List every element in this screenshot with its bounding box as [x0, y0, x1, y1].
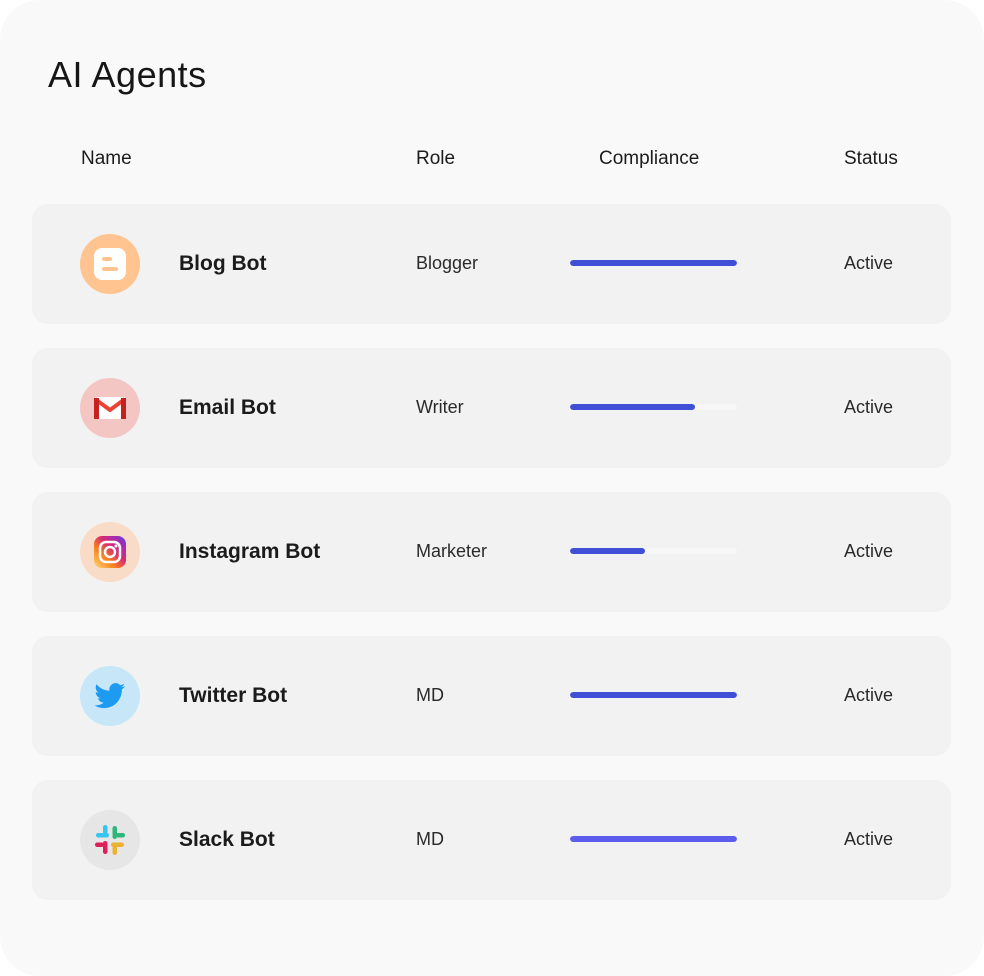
ai-agents-panel: AI Agents Name Role Compliance Status Bl… — [0, 0, 984, 976]
compliance-bar — [570, 260, 737, 266]
compliance-bar-fill — [570, 692, 737, 698]
gmail-icon — [80, 378, 140, 438]
slack-icon — [80, 810, 140, 870]
compliance-bar — [570, 548, 737, 554]
agent-row-instagram-bot[interactable]: Instagram Bot Marketer Active — [32, 492, 951, 612]
column-header-role: Role — [416, 148, 456, 169]
compliance-bar-fill — [570, 404, 696, 410]
column-header-name: Name — [81, 148, 132, 169]
compliance-bar — [570, 836, 737, 842]
agent-row-twitter-bot[interactable]: Twitter Bot MD Active — [32, 636, 951, 756]
agent-name: Instagram Bot — [179, 540, 321, 563]
compliance-bar-fill — [570, 836, 737, 842]
agent-status: Active — [844, 397, 894, 417]
column-header-status: Status — [844, 148, 898, 169]
instagram-icon — [80, 522, 140, 582]
agent-row-blog-bot[interactable]: Blog Bot Blogger Active — [32, 204, 951, 324]
page-title: AI Agents — [48, 54, 207, 95]
agent-role: MD — [416, 829, 444, 849]
agent-role: Blogger — [416, 253, 479, 273]
agent-name: Email Bot — [179, 396, 276, 419]
compliance-bar-fill — [570, 548, 646, 554]
column-header-compliance: Compliance — [599, 148, 700, 169]
blogger-icon — [80, 234, 140, 294]
agent-name: Slack Bot — [179, 828, 275, 851]
agents-list: Blog Bot Blogger Active Email Bot Writer — [32, 204, 951, 924]
agent-status: Active — [844, 253, 894, 273]
agent-status: Active — [844, 541, 894, 561]
agent-row-slack-bot[interactable]: Slack Bot MD Active — [32, 780, 951, 900]
agent-status: Active — [844, 685, 894, 705]
agent-role: Marketer — [416, 541, 488, 561]
agent-role: Writer — [416, 397, 464, 417]
compliance-bar-fill — [570, 260, 737, 266]
compliance-bar — [570, 404, 737, 410]
agent-name: Twitter Bot — [179, 684, 288, 707]
twitter-icon — [80, 666, 140, 726]
agent-status: Active — [844, 829, 894, 849]
agent-role: MD — [416, 685, 444, 705]
agent-name: Blog Bot — [179, 252, 267, 275]
compliance-bar — [570, 692, 737, 698]
agent-row-email-bot[interactable]: Email Bot Writer Active — [32, 348, 951, 468]
table-header: Name Role Compliance Status — [0, 148, 984, 174]
